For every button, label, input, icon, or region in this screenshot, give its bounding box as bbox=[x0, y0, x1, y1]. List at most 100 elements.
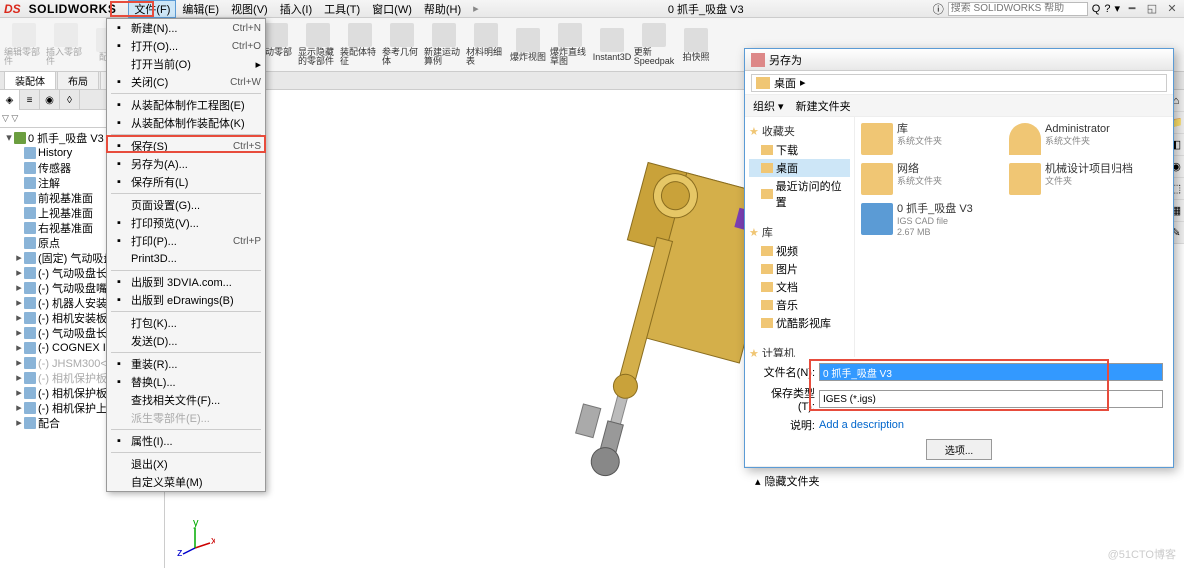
folder-icon bbox=[761, 264, 773, 274]
menu-item-l[interactable]: ▪保存所有(L) bbox=[107, 173, 265, 191]
help-dropdown-icon[interactable]: ? bbox=[1104, 3, 1110, 15]
help-search-input[interactable] bbox=[948, 2, 1088, 16]
blank-icon bbox=[111, 475, 127, 489]
sidebar-item[interactable]: 优酷影视库 bbox=[749, 314, 850, 332]
menu-item-m[interactable]: 自定义菜单(M) bbox=[107, 473, 265, 491]
menu-item-f[interactable]: 查找相关文件(F)... bbox=[107, 391, 265, 409]
filename-label: 文件名(N): bbox=[755, 364, 815, 380]
ribbon-7[interactable]: 显示隐藏的零部件 bbox=[298, 21, 338, 69]
ribbon-icon bbox=[12, 23, 36, 47]
menu-视图[interactable]: 视图(V) bbox=[225, 0, 274, 18]
orientation-triad-icon: x y z bbox=[175, 518, 215, 558]
watermark: @51CTO博客 bbox=[1108, 546, 1176, 562]
menu-item-l[interactable]: ▪替换(L)... bbox=[107, 373, 265, 391]
ribbon-icon bbox=[390, 23, 414, 47]
menu-帮助[interactable]: 帮助(H) bbox=[418, 0, 467, 18]
sidebar-item[interactable]: 下载 bbox=[749, 141, 850, 159]
menu-item-g[interactable]: 页面设置(G)... bbox=[107, 196, 265, 214]
dialog-titlebar[interactable]: 另存为 bbox=[745, 49, 1173, 71]
prop-icon: ▪ bbox=[111, 434, 127, 448]
menu-item-r[interactable]: ▪重装(R)... bbox=[107, 355, 265, 373]
brand-label: SOLIDWORKS bbox=[29, 2, 117, 16]
chevron-up-icon[interactable]: ▴ bbox=[755, 475, 761, 488]
menu-item-x[interactable]: 退出(X) bbox=[107, 455, 265, 473]
ribbon-0[interactable]: 编辑零部件 bbox=[4, 21, 44, 69]
feature-tree-tab[interactable]: ◈ bbox=[0, 90, 20, 110]
blank-icon bbox=[111, 316, 127, 330]
path-breadcrumb[interactable]: 桌面▸ bbox=[751, 74, 1167, 92]
tab-装配体[interactable]: 装配体 bbox=[4, 71, 56, 89]
ribbon-icon bbox=[432, 23, 456, 47]
ribbon-icon bbox=[54, 23, 78, 47]
config-tab[interactable]: ≡ bbox=[20, 90, 40, 110]
ribbon-8[interactable]: 装配体特征 bbox=[340, 21, 380, 69]
file-item[interactable]: 机械设计项目归档文件夹 bbox=[1009, 163, 1149, 195]
menu-item-e[interactable]: ▪从装配体制作工程图(E) bbox=[107, 96, 265, 114]
print-icon: ▪ bbox=[111, 234, 127, 248]
menu-item-d[interactable]: 发送(D)... bbox=[107, 332, 265, 350]
other-tab[interactable]: ◊ bbox=[60, 90, 80, 110]
hide-folders-link[interactable]: 隐藏文件夹 bbox=[765, 473, 820, 489]
display-tab[interactable]: ◉ bbox=[40, 90, 60, 110]
dropdown-icon[interactable]: ▾ bbox=[1114, 2, 1120, 15]
help-icon[interactable]: Q bbox=[1092, 3, 1101, 15]
file-item[interactable]: 网络系统文件夹 bbox=[861, 163, 1001, 195]
file-item[interactable]: 0 抓手_吸盘 V3IGS CAD file2.67 MB bbox=[861, 203, 1001, 238]
ribbon-12[interactable]: 爆炸视图 bbox=[508, 21, 548, 69]
lib-icon bbox=[861, 123, 893, 155]
description-link[interactable]: Add a description bbox=[819, 419, 904, 431]
menu-item-n[interactable]: ▪新建(N)...Ctrl+N bbox=[107, 19, 265, 37]
organize-button[interactable]: 组织 ▾ bbox=[753, 98, 784, 114]
svg-text:x: x bbox=[211, 535, 215, 547]
ribbon-1[interactable]: 插入零部件 bbox=[46, 21, 86, 69]
menu-插入[interactable]: 插入(I) bbox=[274, 0, 318, 18]
ribbon-9[interactable]: 参考几何体 bbox=[382, 21, 422, 69]
file-item[interactable]: Administrator系统文件夹 bbox=[1009, 123, 1149, 155]
ribbon-10[interactable]: 新建运动算例 bbox=[424, 21, 464, 69]
sidebar-item[interactable]: 桌面 bbox=[749, 159, 850, 177]
minimize-button[interactable]: ━ bbox=[1124, 2, 1140, 15]
ribbon-icon bbox=[642, 23, 666, 47]
menu-item-k[interactable]: 打包(K)... bbox=[107, 314, 265, 332]
sidebar-item[interactable]: 文档 bbox=[749, 278, 850, 296]
folder-icon bbox=[761, 189, 773, 199]
file-item[interactable]: 库系统文件夹 bbox=[861, 123, 1001, 155]
sidebar-item[interactable]: 最近访问的位置 bbox=[749, 177, 850, 211]
close-button[interactable]: ✕ bbox=[1164, 2, 1180, 15]
tab-布局[interactable]: 布局 bbox=[57, 71, 99, 89]
menu-item-o[interactable]: 打开当前(O)▸ bbox=[107, 55, 265, 73]
ribbon-16[interactable]: 拍快照 bbox=[676, 21, 716, 69]
sidebar-item[interactable]: 音乐 bbox=[749, 296, 850, 314]
menu-item-e[interactable]: 派生零部件(E)... bbox=[107, 409, 265, 427]
folder-icon bbox=[761, 282, 773, 292]
menu-工具[interactable]: 工具(T) bbox=[318, 0, 366, 18]
ribbon-icon bbox=[264, 23, 288, 47]
options-button[interactable]: 选项... bbox=[926, 439, 992, 460]
ribbon-11[interactable]: 材料明细表 bbox=[466, 21, 506, 69]
sidebar-group[interactable]: ★收藏夹 bbox=[749, 123, 850, 139]
menu-item-edrawingsb[interactable]: ▪出版到 eDrawings(B) bbox=[107, 291, 265, 309]
blank-icon bbox=[111, 411, 127, 425]
new-folder-button[interactable]: 新建文件夹 bbox=[796, 98, 851, 114]
menu-item-a[interactable]: ▪另存为(A)... bbox=[107, 155, 265, 173]
menu-item-i[interactable]: ▪属性(I)... bbox=[107, 432, 265, 450]
ribbon-13[interactable]: 爆炸直线草图 bbox=[550, 21, 590, 69]
menu-item-3dviacom[interactable]: ▪出版到 3DVIA.com... bbox=[107, 273, 265, 291]
ribbon-15[interactable]: 更新Speedpak bbox=[634, 21, 674, 69]
blank-icon bbox=[111, 57, 127, 71]
sidebar-group[interactable]: ★计算机 bbox=[749, 345, 850, 357]
menu-item-v[interactable]: ▪打印预览(V)... bbox=[107, 214, 265, 232]
menu-item-o[interactable]: ▪打开(O)...Ctrl+O bbox=[107, 37, 265, 55]
restore-button[interactable]: ◱ bbox=[1144, 2, 1160, 15]
sidebar-item[interactable]: 图片 bbox=[749, 260, 850, 278]
sidebar-group[interactable]: ★库 bbox=[749, 224, 850, 240]
menu-item-print3d[interactable]: Print3D... bbox=[107, 250, 265, 268]
highlight-saveas bbox=[106, 135, 266, 153]
sidebar-item[interactable]: 视频 bbox=[749, 242, 850, 260]
menu-item-c[interactable]: ▪关闭(C)Ctrl+W bbox=[107, 73, 265, 91]
menu-item-p[interactable]: ▪打印(P)...Ctrl+P bbox=[107, 232, 265, 250]
menu-编辑[interactable]: 编辑(E) bbox=[176, 0, 225, 18]
menu-窗口[interactable]: 窗口(W) bbox=[366, 0, 418, 18]
menu-item-k[interactable]: ▪从装配体制作装配体(K) bbox=[107, 114, 265, 132]
ribbon-14[interactable]: Instant3D bbox=[592, 21, 632, 69]
